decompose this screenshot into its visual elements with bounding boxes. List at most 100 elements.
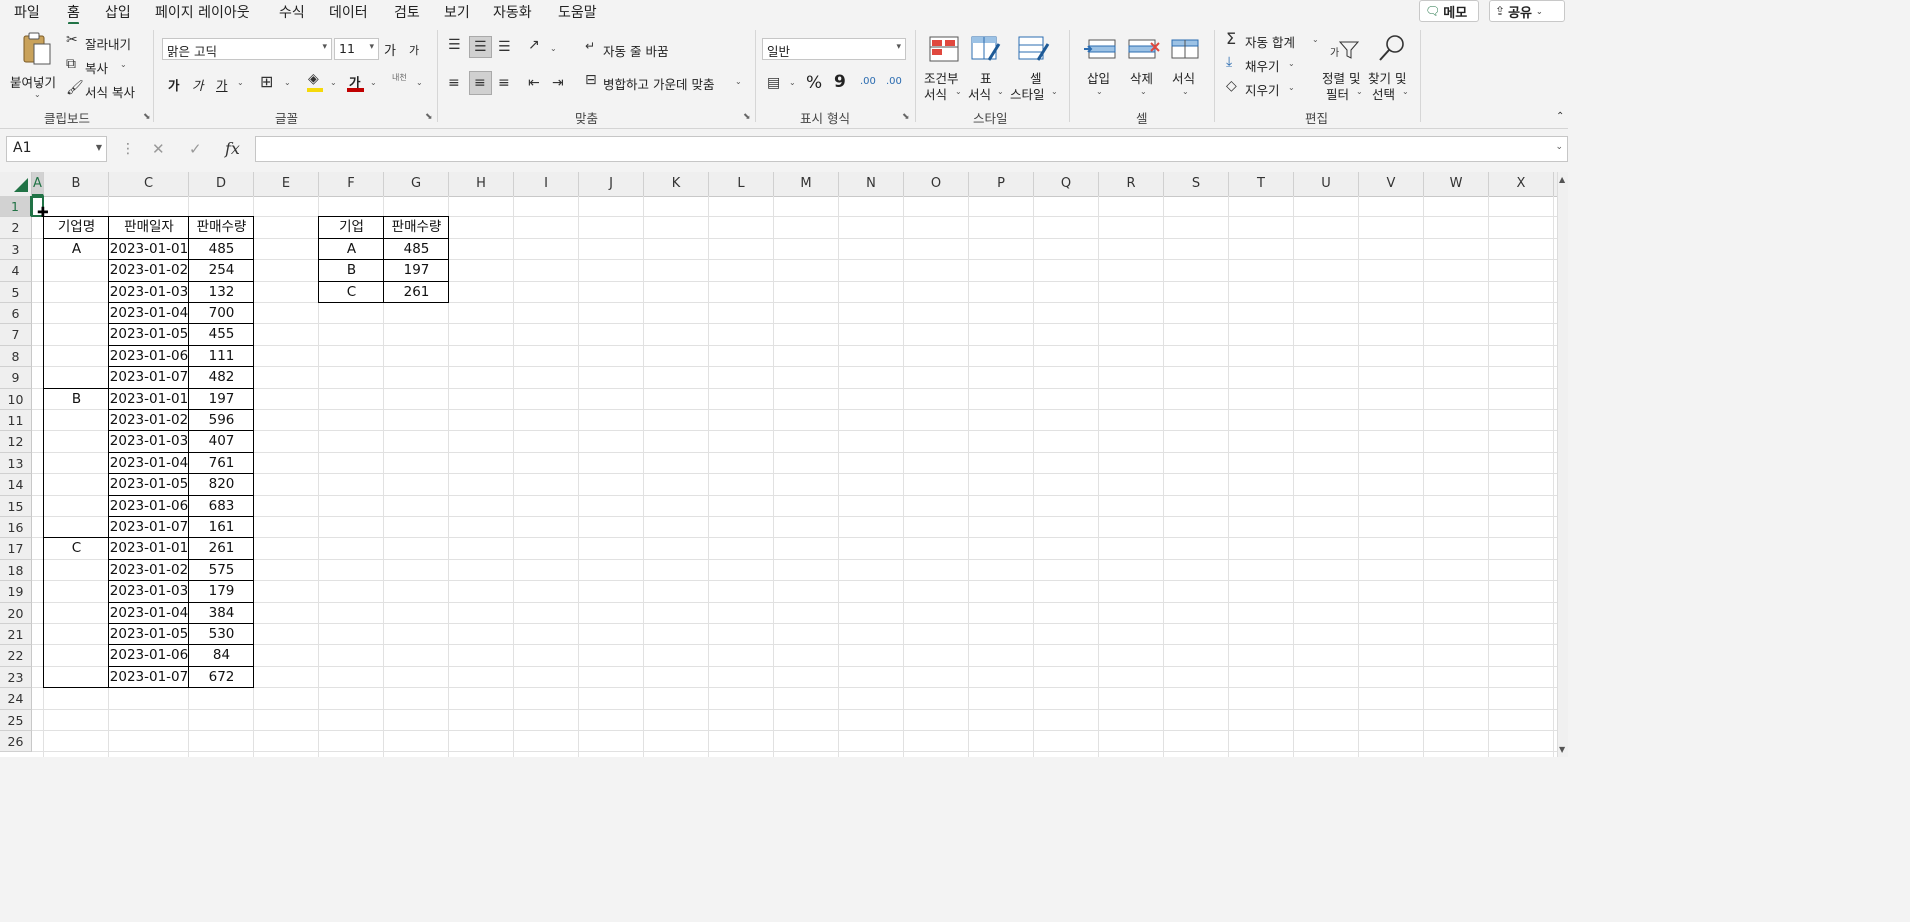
- column-header-p[interactable]: P: [969, 172, 1034, 196]
- row-header-26[interactable]: 26: [0, 731, 32, 753]
- table1-cell[interactable]: 530: [189, 624, 254, 645]
- column-header-x[interactable]: X: [1489, 172, 1554, 196]
- cancel-icon[interactable]: ✕: [152, 142, 165, 157]
- dialog-launcher-icon[interactable]: ⬊: [902, 112, 910, 122]
- merge-center-button[interactable]: ⊟ 병합하고 가운데 맞춤 ⌄: [585, 73, 745, 93]
- name-box[interactable]: A1 ▼: [6, 136, 107, 162]
- select-all-corner[interactable]: [0, 172, 32, 196]
- bold-button[interactable]: 가: [168, 75, 180, 94]
- autosum-button[interactable]: Σ 자동 합계 ⌄: [1226, 31, 1322, 51]
- scroll-down-icon[interactable]: ▼: [1559, 746, 1565, 754]
- find-select-button[interactable]: 찾기 및 선택 ⌄: [1368, 34, 1414, 104]
- column-header-l[interactable]: L: [709, 172, 774, 196]
- tab-formulas[interactable]: 수식: [279, 2, 305, 22]
- align-middle-button[interactable]: ☰: [469, 36, 492, 58]
- column-header-f[interactable]: F: [319, 172, 384, 196]
- column-header-s[interactable]: S: [1164, 172, 1229, 196]
- table1-cell[interactable]: 596: [189, 410, 254, 431]
- fill-color-button[interactable]: ◈: [306, 72, 326, 92]
- align-left-icon[interactable]: ≡: [448, 76, 460, 90]
- table2-cell[interactable]: C: [319, 282, 384, 303]
- table1-cell[interactable]: 161: [189, 517, 254, 538]
- table1-cell[interactable]: 2023-01-05: [109, 324, 189, 345]
- formula-input[interactable]: ⌄: [255, 136, 1568, 162]
- table1-cell[interactable]: 2023-01-06: [109, 496, 189, 517]
- align-top-icon[interactable]: ☰: [448, 38, 461, 52]
- italic-button[interactable]: 가: [192, 75, 204, 94]
- column-header-k[interactable]: K: [644, 172, 709, 196]
- column-header-q[interactable]: Q: [1034, 172, 1099, 196]
- row-header-12[interactable]: 12: [0, 431, 32, 453]
- row-header-1[interactable]: 1: [0, 196, 32, 218]
- table1-cell[interactable]: 2023-01-06: [109, 645, 189, 666]
- table1-cell[interactable]: 197: [189, 389, 254, 410]
- tab-review[interactable]: 검토: [394, 2, 420, 22]
- row-header-13[interactable]: 13: [0, 452, 32, 475]
- row-header-4[interactable]: 4: [0, 260, 32, 282]
- table1-cell[interactable]: 672: [189, 667, 254, 688]
- tab-data[interactable]: 데이터: [329, 2, 368, 22]
- table1-header-cell[interactable]: 기업명: [44, 217, 109, 238]
- row-header-5[interactable]: 5: [0, 281, 32, 303]
- align-bottom-icon[interactable]: ☰: [498, 40, 511, 54]
- column-header-j[interactable]: J: [579, 172, 644, 196]
- table1-cell[interactable]: 2023-01-05: [109, 474, 189, 495]
- column-header-n[interactable]: N: [839, 172, 904, 196]
- row-header-25[interactable]: 25: [0, 709, 32, 731]
- insert-function-icon[interactable]: fx: [225, 141, 240, 157]
- row-header-6[interactable]: 6: [0, 303, 32, 325]
- number-format-select[interactable]: 일반 ▾: [762, 38, 906, 60]
- percent-button[interactable]: %: [806, 73, 822, 93]
- clear-button[interactable]: ◇ 지우기 ⌄: [1226, 79, 1306, 99]
- table1-cell[interactable]: 2023-01-01: [109, 239, 189, 260]
- table1-cell[interactable]: 2023-01-02: [109, 260, 189, 281]
- table1-cell[interactable]: 575: [189, 560, 254, 581]
- align-center-button[interactable]: ≡: [469, 71, 492, 95]
- table1-cell[interactable]: 700: [189, 303, 254, 324]
- accounting-format-icon[interactable]: ▤: [767, 76, 780, 90]
- row-header-7[interactable]: 7: [0, 324, 32, 346]
- dialog-launcher-icon[interactable]: ⬊: [743, 112, 751, 122]
- orientation-icon[interactable]: ↗: [528, 38, 540, 52]
- paste-button[interactable]: 붙여넣기 ⌄: [6, 30, 62, 102]
- memo-button[interactable]: 🗨 메모: [1419, 0, 1479, 22]
- wrap-text-button[interactable]: ↵ 자동 줄 바꿈: [585, 40, 685, 60]
- delete-cells-button[interactable]: 삭제 ⌄: [1124, 34, 1164, 104]
- table1-cell[interactable]: 2023-01-03: [109, 581, 189, 602]
- tab-help[interactable]: 도움말: [558, 2, 597, 22]
- row-header-16[interactable]: 16: [0, 517, 32, 539]
- row-header-2[interactable]: 2: [0, 217, 32, 239]
- table1-cell[interactable]: 261: [189, 538, 254, 559]
- table1-cell[interactable]: 2023-01-04: [109, 453, 189, 474]
- tab-home[interactable]: 홈: [67, 2, 80, 25]
- dialog-launcher-icon[interactable]: ⬊: [425, 112, 433, 122]
- font-size-select[interactable]: 11 ▾: [334, 38, 379, 60]
- row-header-18[interactable]: 18: [0, 559, 32, 582]
- column-header-i[interactable]: I: [514, 172, 579, 196]
- table1-cell[interactable]: 2023-01-07: [109, 367, 189, 388]
- table1-cell[interactable]: 407: [189, 431, 254, 452]
- table2-cell[interactable]: 261: [384, 282, 449, 303]
- expand-formula-icon[interactable]: ⌄: [1555, 143, 1563, 152]
- table1-cell[interactable]: 2023-01-03: [109, 431, 189, 452]
- column-header-v[interactable]: V: [1359, 172, 1424, 196]
- conditional-format-button[interactable]: 조건부 서식 ⌄: [922, 34, 966, 104]
- column-header-m[interactable]: M: [774, 172, 839, 196]
- fill-button[interactable]: ⤓ 채우기 ⌄: [1226, 55, 1306, 75]
- column-header-g[interactable]: G: [384, 172, 449, 196]
- column-header-h[interactable]: H: [449, 172, 514, 196]
- table1-cell[interactable]: 2023-01-05: [109, 624, 189, 645]
- sort-filter-button[interactable]: 가 정렬 및 필터 ⌄: [1322, 34, 1368, 104]
- row-header-24[interactable]: 24: [0, 688, 32, 710]
- format-as-table-button[interactable]: 표 서식 ⌄: [966, 34, 1006, 104]
- row-header-9[interactable]: 9: [0, 367, 32, 389]
- font-color-button[interactable]: 가: [347, 72, 367, 92]
- decrease-decimal-button[interactable]: .00: [886, 76, 902, 87]
- table2-cell[interactable]: A: [319, 239, 384, 260]
- table1-header-cell[interactable]: 판매수량: [189, 217, 254, 238]
- tab-view[interactable]: 보기: [444, 2, 470, 22]
- table1-cell[interactable]: 820: [189, 474, 254, 495]
- tab-automate[interactable]: 자동화: [493, 2, 532, 22]
- dialog-launcher-icon[interactable]: ⬊: [143, 112, 151, 122]
- collapse-ribbon-icon[interactable]: ⌃: [1556, 112, 1564, 122]
